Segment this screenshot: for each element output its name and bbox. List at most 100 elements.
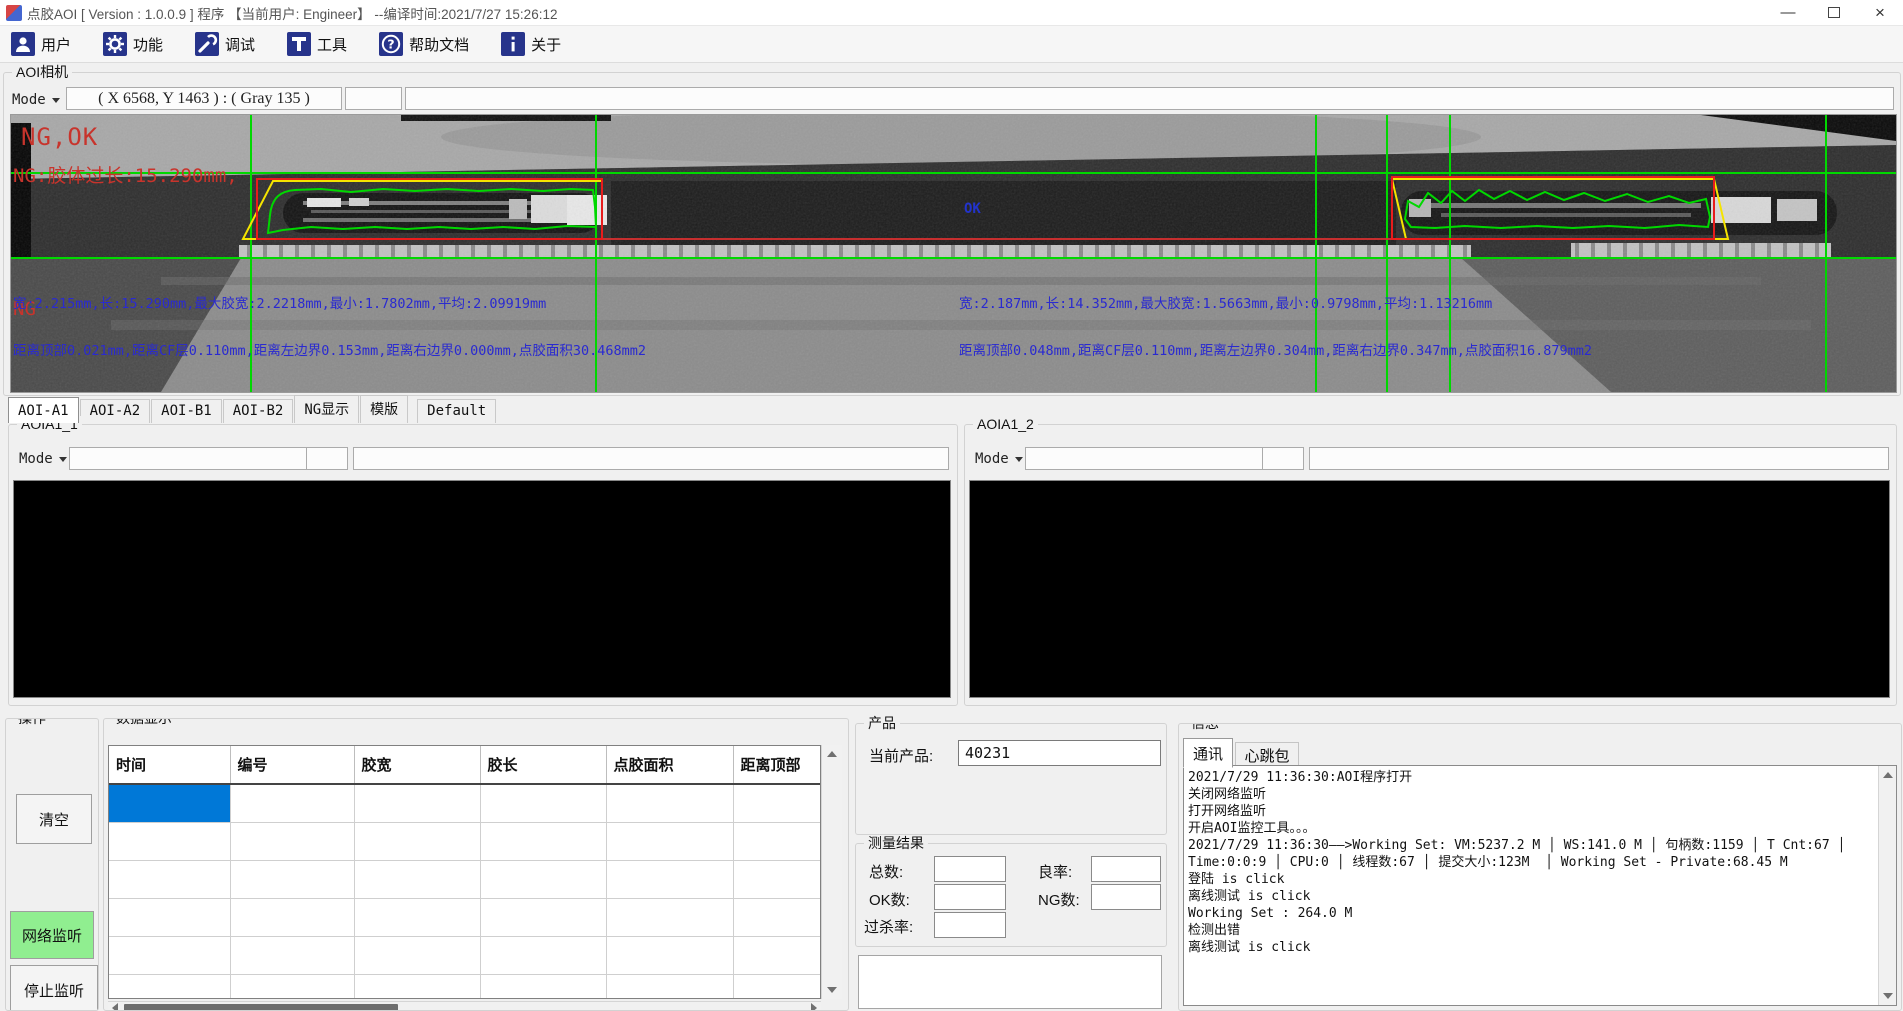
camera-field-2[interactable] — [345, 87, 402, 110]
table-cell[interactable] — [733, 975, 821, 1000]
table-cell[interactable] — [354, 823, 480, 861]
aoia1-2-image-view[interactable] — [969, 480, 1890, 698]
camera-image-view[interactable]: NG,OK NG:胶体过长:15.290mm, NG OK 宽:2.215mm,… — [10, 114, 1897, 393]
scroll-up-icon[interactable] — [1883, 772, 1893, 778]
table-cell[interactable] — [606, 975, 733, 1000]
log-vertical-scrollbar[interactable] — [1878, 766, 1896, 1005]
ok-label-text: OK — [964, 201, 981, 217]
table-row — [109, 975, 821, 1000]
aoia1-2-field-3[interactable] — [1309, 447, 1889, 470]
table-cell[interactable] — [230, 861, 354, 899]
tab-communication[interactable]: 通讯 — [1183, 738, 1233, 768]
table-cell[interactable] — [109, 823, 230, 861]
column-header-id[interactable]: 编号 — [230, 746, 354, 784]
table-vertical-scrollbar[interactable] — [821, 745, 842, 999]
toolbar-item-tools[interactable]: 工具 — [284, 29, 350, 59]
notes-box[interactable] — [858, 955, 1162, 1009]
camera-field-3[interactable] — [405, 87, 1894, 110]
table-cell[interactable] — [480, 975, 606, 1000]
network-listen-button[interactable]: 网络监听 — [10, 911, 94, 959]
toolbar-item-user[interactable]: 用户 — [8, 29, 74, 59]
table-cell[interactable] — [230, 899, 354, 937]
aoia1-1-field-3[interactable] — [353, 447, 949, 470]
aoia1-1-field-1[interactable] — [69, 447, 309, 470]
table-cell[interactable] — [606, 937, 733, 975]
tab-aoi-a2[interactable]: AOI-A2 — [80, 399, 151, 423]
table-cell[interactable] — [480, 823, 606, 861]
aoia1-1-image-view[interactable] — [13, 480, 951, 698]
toolbar-item-about[interactable]: 关于 — [498, 29, 564, 59]
table-cell[interactable] — [480, 861, 606, 899]
stop-listen-button[interactable]: 停止监听 — [10, 965, 98, 1011]
communication-log[interactable]: 2021/7/29 11:36:30:AOI程序打开 关闭网络监听 打开网络监听… — [1183, 765, 1897, 1006]
table-cell[interactable] — [733, 823, 821, 861]
column-header-time[interactable]: 时间 — [109, 746, 230, 784]
maximize-button[interactable] — [1811, 0, 1857, 25]
camera-coordinate-readout[interactable]: ( X 6568, Y 1463 ) : ( Gray 135 ) — [66, 87, 342, 110]
column-header-glue-area[interactable]: 点胶面积 — [606, 746, 733, 784]
toolbar-item-help[interactable]: ? 帮助文档 — [376, 29, 472, 59]
scroll-right-icon[interactable] — [811, 1003, 817, 1011]
table-cell[interactable] — [354, 975, 480, 1000]
table-cell[interactable] — [230, 823, 354, 861]
table-cell[interactable] — [354, 784, 480, 823]
aoia1-2-field-1[interactable] — [1025, 447, 1265, 470]
log-line: 登陆 is click — [1188, 871, 1874, 888]
clear-button[interactable]: 清空 — [16, 794, 92, 844]
scrollbar-thumb[interactable] — [124, 1004, 398, 1011]
table-cell[interactable] — [606, 899, 733, 937]
table-cell[interactable] — [109, 899, 230, 937]
table-cell[interactable] — [480, 784, 606, 823]
table-cell[interactable] — [354, 899, 480, 937]
table-cell[interactable] — [606, 823, 733, 861]
tab-default[interactable]: Default — [417, 399, 496, 423]
tab-aoi-b2[interactable]: AOI-B2 — [223, 399, 294, 423]
current-product-input[interactable] — [958, 740, 1161, 766]
table-cell[interactable] — [733, 861, 821, 899]
scroll-up-icon[interactable] — [827, 751, 837, 757]
scroll-down-icon[interactable] — [827, 987, 837, 993]
selected-cell[interactable] — [109, 784, 230, 823]
table-cell[interactable] — [109, 937, 230, 975]
scroll-left-icon[interactable] — [112, 1003, 118, 1011]
table-cell[interactable] — [354, 861, 480, 899]
toolbar-item-debug[interactable]: 调试 — [192, 29, 258, 59]
yield-value-box[interactable] — [1091, 856, 1161, 882]
table-cell[interactable] — [733, 899, 821, 937]
table-cell[interactable] — [354, 937, 480, 975]
table-cell[interactable] — [230, 937, 354, 975]
overkill-value-box[interactable] — [934, 912, 1006, 938]
ng-count-value-box[interactable] — [1091, 884, 1161, 910]
table-cell[interactable] — [480, 899, 606, 937]
table-cell[interactable] — [733, 784, 821, 823]
column-header-glue-width[interactable]: 胶宽 — [354, 746, 480, 784]
table-cell[interactable] — [230, 784, 354, 823]
tab-aoi-b1[interactable]: AOI-B1 — [151, 399, 222, 423]
table-cell[interactable] — [230, 975, 354, 1000]
column-header-distance-top[interactable]: 距离顶部 — [733, 746, 821, 784]
total-value-box[interactable] — [934, 856, 1006, 882]
table-cell[interactable] — [109, 861, 230, 899]
table-horizontal-scrollbar[interactable] — [108, 1001, 821, 1011]
scroll-down-icon[interactable] — [1883, 993, 1893, 999]
camera-mode-dropdown[interactable]: Mode — [12, 90, 60, 110]
tab-template[interactable]: 模版 — [360, 395, 408, 423]
aoia1-2-field-2[interactable] — [1262, 447, 1304, 470]
table-cell[interactable] — [480, 937, 606, 975]
tab-aoi-a1[interactable]: AOI-A1 — [8, 397, 79, 423]
tab-ng-display[interactable]: NG显示 — [294, 395, 359, 423]
table-cell[interactable] — [606, 784, 733, 823]
tab-heartbeat[interactable]: 心跳包 — [1235, 742, 1299, 767]
table-cell[interactable] — [733, 937, 821, 975]
aoia1-2-mode-dropdown[interactable]: Mode — [975, 449, 1023, 469]
aoia1-1-field-2[interactable] — [306, 447, 348, 470]
close-button[interactable]: × — [1857, 0, 1903, 25]
aoia1-1-mode-dropdown[interactable]: Mode — [19, 449, 67, 469]
minimize-button[interactable]: — — [1765, 0, 1811, 25]
toolbar-item-function[interactable]: 功能 — [100, 29, 166, 59]
table-cell[interactable] — [109, 975, 230, 1000]
camera-group: AOI相机 Mode ( X 6568, Y 1463 ) : ( Gray 1… — [3, 72, 1901, 396]
ok-count-value-box[interactable] — [934, 884, 1006, 910]
column-header-glue-length[interactable]: 胶长 — [480, 746, 606, 784]
table-cell[interactable] — [606, 861, 733, 899]
